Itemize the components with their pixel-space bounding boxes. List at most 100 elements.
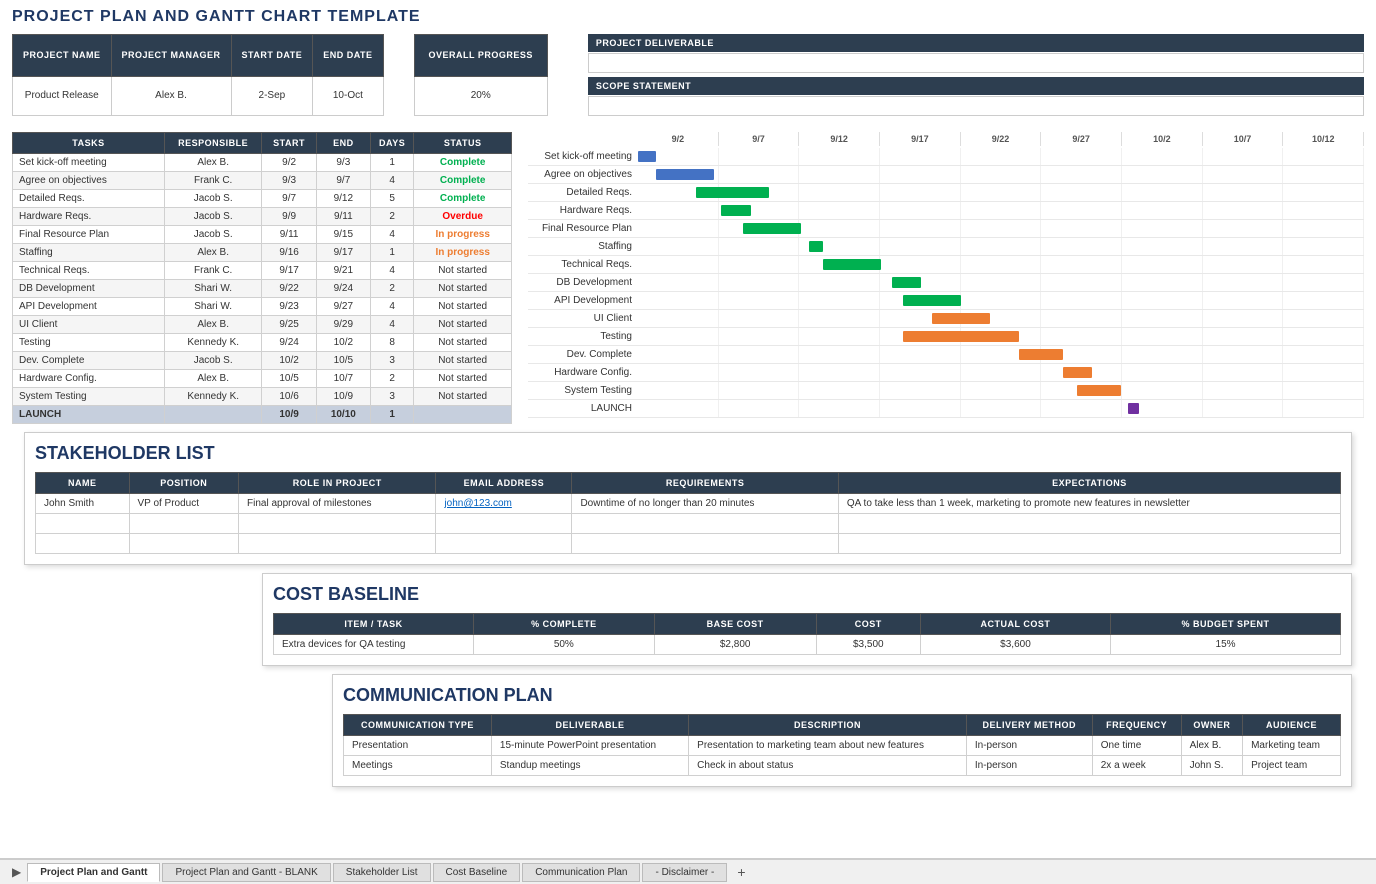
tab-item[interactable]: Stakeholder List (333, 863, 431, 882)
status-badge: Complete (440, 193, 486, 204)
gantt-col-bg (1283, 346, 1364, 363)
comm-owner-cell: John S. (1181, 756, 1243, 776)
task-status: Not started (414, 388, 512, 406)
task-end: 9/21 (316, 262, 370, 280)
sh-expectations: EXPECTATIONS (838, 473, 1340, 494)
gantt-col-bg (799, 310, 880, 327)
gantt-col-bg (1203, 382, 1284, 399)
task-status: Not started (414, 334, 512, 352)
gantt-col-bg (1041, 184, 1122, 201)
gantt-col-bg (638, 382, 719, 399)
gantt-row: System Testing (528, 382, 1364, 400)
gantt-col-bg (961, 382, 1042, 399)
gantt-row: Testing (528, 328, 1364, 346)
gantt-col-bg (1041, 220, 1122, 237)
task-name: System Testing (13, 388, 165, 406)
gantt-row-bars (638, 184, 1364, 201)
tab-item[interactable]: Communication Plan (522, 863, 640, 882)
gantt-bar (809, 241, 824, 252)
col-start-date: START DATE (231, 35, 313, 77)
project-info-table: PROJECT NAME PROJECT MANAGER START DATE … (12, 34, 384, 116)
gantt-date-label: 10/2 (1122, 132, 1203, 146)
gantt-row: UI Client (528, 310, 1364, 328)
task-responsible: Alex B. (164, 316, 262, 334)
stakeholder-section: STAKEHOLDER LIST NAME POSITION ROLE IN P… (24, 432, 1352, 565)
gantt-col-bg (1203, 328, 1284, 345)
gantt-col-bg (880, 184, 961, 201)
gantt-date-label: 9/22 (961, 132, 1042, 146)
task-start: 9/24 (262, 334, 316, 352)
task-days: 4 (370, 316, 413, 334)
status-badge: Not started (438, 319, 487, 330)
task-name: Final Resource Plan (13, 226, 165, 244)
scope-content (588, 96, 1364, 116)
task-status: Not started (414, 316, 512, 334)
task-days: 4 (370, 226, 413, 244)
cost-pct-header: % COMPLETE (474, 614, 655, 635)
tab-item[interactable]: - Disclaimer - (642, 863, 727, 882)
stakeholder-title: STAKEHOLDER LIST (35, 443, 1341, 464)
task-start: 9/3 (262, 172, 316, 190)
gantt-col-bg (1203, 346, 1284, 363)
gantt-col-bg (1203, 310, 1284, 327)
gantt-timeline-header: 9/29/79/129/179/229/2710/210/710/12 (638, 132, 1364, 146)
task-end: 10/10 (316, 406, 370, 424)
status-badge: Not started (438, 283, 487, 294)
tab-item[interactable]: Project Plan and Gantt (27, 863, 160, 882)
gantt-header: 9/29/79/129/179/229/2710/210/710/12 (528, 132, 1364, 146)
col-project-name: PROJECT NAME (13, 35, 112, 77)
task-days: 1 (370, 406, 413, 424)
task-status: In progress (414, 244, 512, 262)
gantt-row-label: API Development (528, 295, 638, 306)
tab-item[interactable]: Project Plan and Gantt - BLANK (162, 863, 330, 882)
gantt-bar (903, 295, 961, 306)
task-days: 4 (370, 298, 413, 316)
table-row: Hardware Config. Alex B. 10/5 10/7 2 Not… (13, 370, 512, 388)
task-days: 5 (370, 190, 413, 208)
task-responsible: Alex B. (164, 244, 262, 262)
task-end: 10/2 (316, 334, 370, 352)
gantt-col-bg (880, 166, 961, 183)
task-days: 2 (370, 280, 413, 298)
task-responsible: Jacob S. (164, 208, 262, 226)
gantt-col-bg (961, 148, 1042, 165)
gantt-col-bg (880, 256, 961, 273)
task-name: Hardware Reqs. (13, 208, 165, 226)
gantt-col-bg (719, 274, 800, 291)
task-end: 10/5 (316, 352, 370, 370)
table-row: DB Development Shari W. 9/22 9/24 2 Not … (13, 280, 512, 298)
gantt-date-label: 9/2 (638, 132, 719, 146)
gantt-col-bg (961, 220, 1042, 237)
task-days: 4 (370, 262, 413, 280)
task-days: 4 (370, 172, 413, 190)
deliverable-content (588, 53, 1364, 73)
task-status (414, 406, 512, 424)
gantt-col-bg (1283, 274, 1364, 291)
task-status: Not started (414, 262, 512, 280)
task-start: 9/17 (262, 262, 316, 280)
gantt-col-bg (1122, 220, 1203, 237)
gantt-col-bg (1122, 166, 1203, 183)
cost-pct-cell: 50% (474, 635, 655, 655)
task-end: 10/7 (316, 370, 370, 388)
task-days: 3 (370, 388, 413, 406)
status-badge: Not started (438, 265, 487, 276)
sh-position-cell: VP of Product (129, 494, 239, 514)
task-responsible: Alex B. (164, 370, 262, 388)
gantt-col-bg (799, 364, 880, 381)
gantt-row-bars (638, 256, 1364, 273)
gantt-row-bars (638, 310, 1364, 327)
gantt-bar (892, 277, 921, 288)
cost-cost-header: COST (816, 614, 920, 635)
gantt-col-bg (799, 166, 880, 183)
comm-frequency-cell: 2x a week (1092, 756, 1181, 776)
gantt-col-bg (1283, 148, 1364, 165)
tab-item[interactable]: Cost Baseline (433, 863, 521, 882)
tab-prev-arrow[interactable]: ▶ (8, 863, 25, 881)
gantt-col-bg (719, 382, 800, 399)
gantt-row-bars (638, 274, 1364, 291)
tab-add-button[interactable]: + (729, 862, 753, 882)
email-link[interactable]: john@123.com (444, 498, 511, 509)
gantt-col-bg (1203, 256, 1284, 273)
gantt-col-bg (1122, 364, 1203, 381)
